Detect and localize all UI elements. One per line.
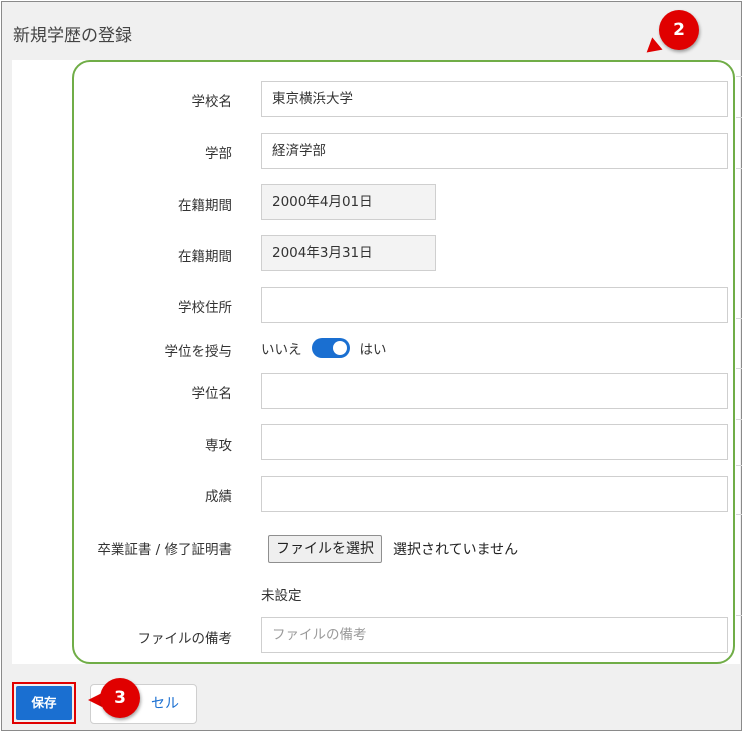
divider (736, 419, 742, 420)
divider (736, 514, 742, 515)
divider (736, 465, 742, 466)
form-highlight-box (72, 60, 735, 664)
divider (736, 168, 742, 169)
step-2-badge: 2 (659, 10, 699, 50)
save-button[interactable]: 保存 (16, 686, 72, 720)
divider (736, 615, 742, 616)
divider (736, 76, 742, 77)
divider (736, 368, 742, 369)
divider (736, 117, 742, 118)
divider (736, 318, 742, 319)
step-3-badge: 3 (100, 678, 140, 718)
dialog-header: 新規学歴の登録 (2, 2, 741, 60)
dialog-title: 新規学歴の登録 (13, 26, 132, 46)
